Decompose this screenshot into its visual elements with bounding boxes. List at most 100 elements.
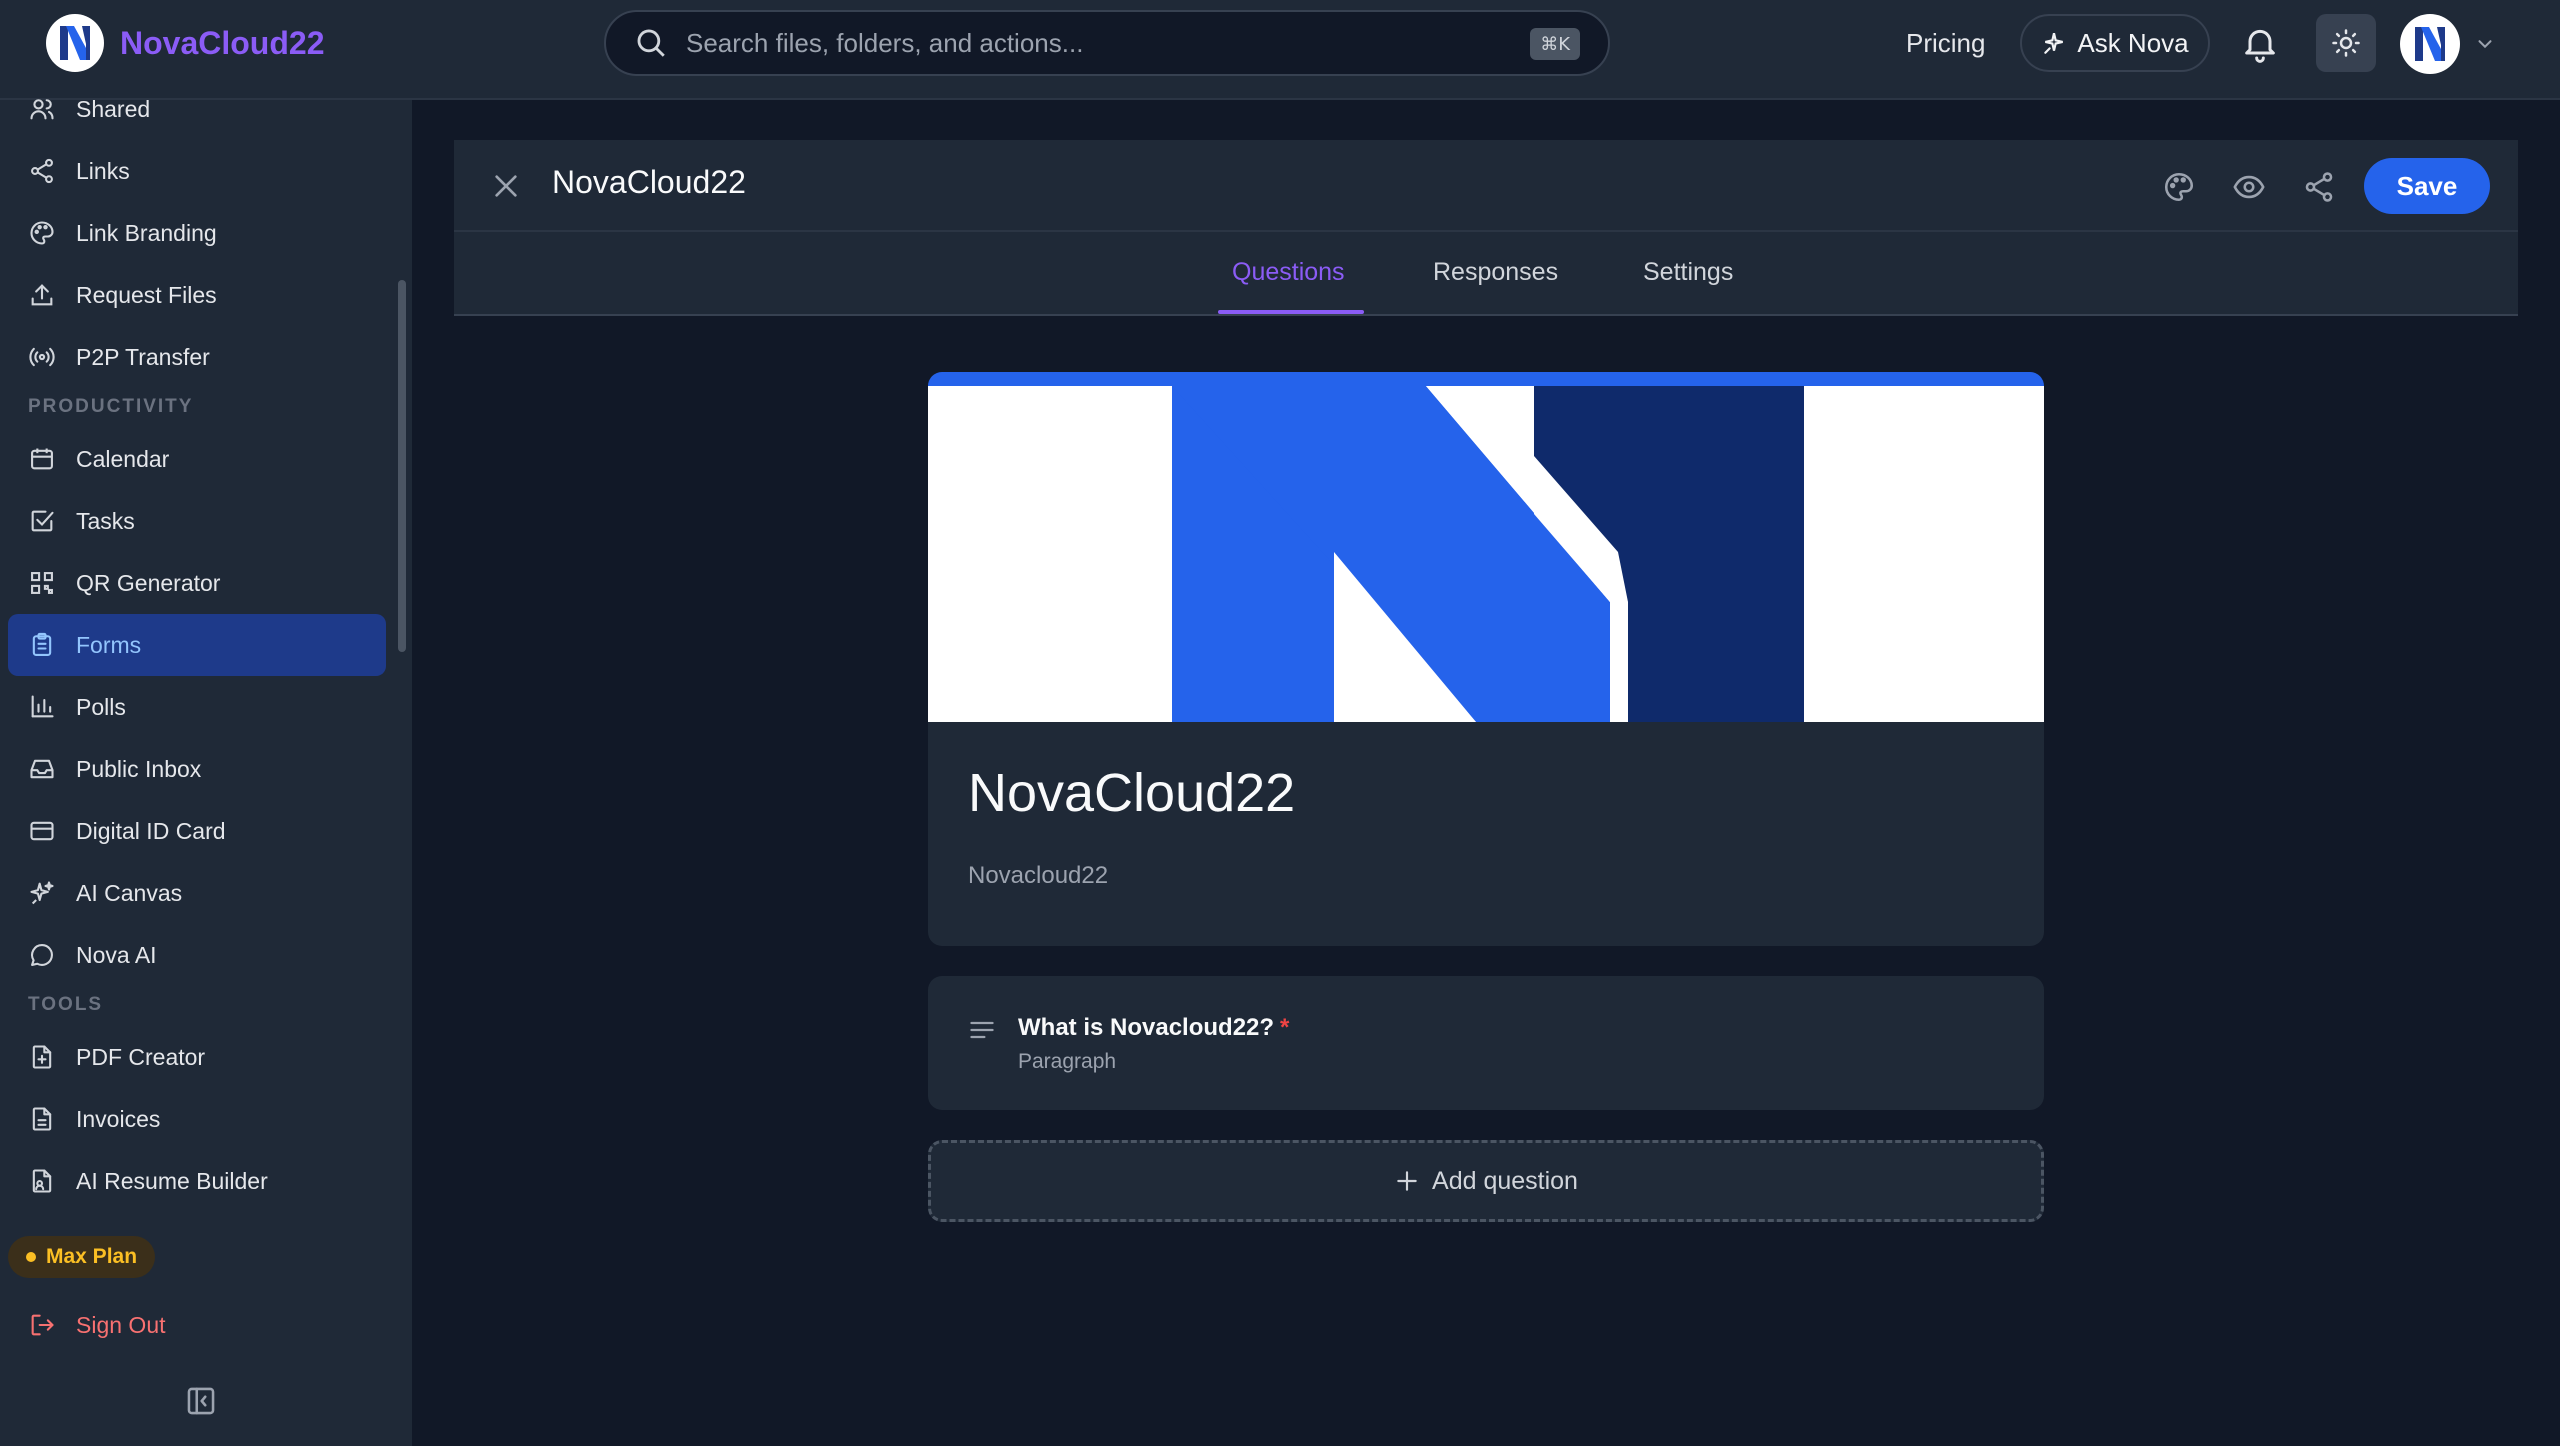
bar-chart-icon xyxy=(31,695,54,718)
upload-icon xyxy=(31,284,53,306)
form-editor-title: NovaCloud22 xyxy=(552,164,746,200)
clipboard-icon xyxy=(32,632,52,656)
section-label-tools: TOOLS xyxy=(28,994,104,1015)
plan-label: Max Plan xyxy=(46,1245,138,1268)
palette-icon[interactable] xyxy=(2162,170,2196,204)
plan-badge[interactable]: Max Plan xyxy=(8,1236,156,1278)
file-user-icon xyxy=(32,1169,52,1193)
sidebar-item-label: Public Inbox xyxy=(76,755,202,782)
sidebar-item-label: QR Generator xyxy=(76,569,221,596)
close-icon[interactable] xyxy=(490,170,522,202)
search-bar[interactable]: Search files, folders, and actions... ⌘K xyxy=(604,10,1610,76)
sun-icon xyxy=(2332,29,2360,57)
plus-icon xyxy=(1397,1171,1417,1191)
sidebar-item-polls[interactable]: Polls xyxy=(8,676,386,738)
file-text-icon xyxy=(32,1107,52,1131)
logout-icon xyxy=(31,1314,54,1336)
bell-icon[interactable] xyxy=(2240,22,2280,64)
tab-responses[interactable]: Responses xyxy=(1433,258,1558,287)
card-accent-bar xyxy=(928,372,2044,386)
sidebar-item-label: Calendar xyxy=(76,445,170,472)
checkbox-icon xyxy=(31,510,54,532)
sidebar-item-ai-resume-builder[interactable]: AI Resume Builder xyxy=(8,1150,386,1212)
file-plus-icon xyxy=(32,1045,52,1069)
sidebar-item-label: Polls xyxy=(76,693,126,720)
sidebar-item-p2p-transfer[interactable]: P2P Transfer xyxy=(8,326,386,388)
tab-settings[interactable]: Settings xyxy=(1643,258,1733,287)
required-marker: * xyxy=(1280,1014,1290,1041)
app-logo xyxy=(46,14,104,72)
save-button[interactable]: Save xyxy=(2364,158,2490,214)
inbox-icon xyxy=(30,759,54,779)
sidebar-item-invoices[interactable]: Invoices xyxy=(8,1088,386,1150)
broadcast-icon xyxy=(29,347,55,367)
question-type: Paragraph xyxy=(1018,1050,1117,1073)
eye-icon[interactable] xyxy=(2232,170,2266,204)
sidebar-item-digital-id-card[interactable]: Digital ID Card xyxy=(8,800,386,862)
question-text: What is Novacloud22? xyxy=(1018,1014,1275,1041)
sidebar-item-request-files[interactable]: Request Files xyxy=(8,264,386,326)
section-label-productivity: PRODUCTIVITY xyxy=(28,396,194,417)
sidebar-item-label: PDF Creator xyxy=(76,1043,206,1070)
form-title[interactable]: NovaCloud22 xyxy=(968,762,1295,824)
ask-nova-button[interactable]: Ask Nova xyxy=(2020,14,2210,72)
form-description[interactable]: Novacloud22 xyxy=(968,862,1108,890)
sidebar-item-pdf-creator[interactable]: PDF Creator xyxy=(8,1026,386,1088)
plan-dot xyxy=(26,1252,36,1262)
question-card[interactable]: What is Novacloud22? * Paragraph xyxy=(928,976,2044,1110)
chat-bubble-icon xyxy=(31,944,53,966)
form-header-card[interactable]: NovaCloud22 Novacloud22 xyxy=(928,372,2044,946)
sidebar-item-link-branding[interactable]: Link Branding xyxy=(8,202,386,264)
form-banner-image[interactable] xyxy=(928,386,2044,722)
sidebar-item-label: Invoices xyxy=(76,1105,161,1132)
sidebar-item-forms[interactable]: Forms xyxy=(8,614,386,676)
sign-out-label: Sign Out xyxy=(76,1311,166,1338)
sidebar-item-public-inbox[interactable]: Public Inbox xyxy=(8,738,386,800)
tab-questions[interactable]: Questions xyxy=(1232,258,1345,287)
sidebar-item-label: Links xyxy=(76,157,130,184)
chevron-down-icon xyxy=(2478,40,2492,49)
sidebar-item-nova-ai[interactable]: Nova AI xyxy=(8,924,386,986)
palette-icon xyxy=(30,221,54,245)
sparkles-icon xyxy=(30,881,54,905)
sidebar-item-shared[interactable]: Shared xyxy=(8,78,386,140)
sidebar-item-label: P2P Transfer xyxy=(76,343,210,370)
search-input[interactable]: Search files, folders, and actions... xyxy=(686,28,1083,59)
users-icon xyxy=(30,99,54,120)
sidebar-item-label: AI Canvas xyxy=(76,879,183,906)
ask-nova-label: Ask Nova xyxy=(2077,27,2189,58)
sign-out-button[interactable]: Sign Out xyxy=(8,1294,386,1356)
avatar xyxy=(2400,14,2460,74)
share-nodes-icon xyxy=(31,158,53,184)
calendar-icon xyxy=(31,448,53,470)
user-menu[interactable] xyxy=(2400,14,2496,74)
app-name: NovaCloud22 xyxy=(120,24,325,61)
sidebar: Shared Links Link Branding Request Files… xyxy=(0,96,412,1446)
sidebar-scrollbar[interactable] xyxy=(398,280,406,652)
question-title: What is Novacloud22? * xyxy=(1018,1014,1289,1042)
active-tab-indicator xyxy=(1218,310,1364,314)
sidebar-item-qr-generator[interactable]: QR Generator xyxy=(8,552,386,614)
theme-toggle-button[interactable] xyxy=(2316,14,2376,72)
paragraph-icon xyxy=(970,1021,994,1039)
pricing-link[interactable]: Pricing xyxy=(1906,28,1985,59)
qr-code-icon xyxy=(31,572,53,594)
sidebar-item-links[interactable]: Links xyxy=(8,140,386,202)
sidebar-item-label: Forms xyxy=(76,631,142,658)
add-question-button[interactable]: Add question xyxy=(928,1140,2044,1222)
sidebar-item-label: Request Files xyxy=(76,281,217,308)
sidebar-collapse-icon[interactable] xyxy=(184,1384,218,1418)
sidebar-item-label: Digital ID Card xyxy=(76,817,226,844)
sidebar-item-label: Shared xyxy=(76,95,151,122)
sidebar-item-ai-canvas[interactable]: AI Canvas xyxy=(8,862,386,924)
sidebar-item-label: Tasks xyxy=(76,507,135,534)
brand[interactable]: NovaCloud22 xyxy=(46,14,324,72)
sidebar-item-tasks[interactable]: Tasks xyxy=(8,490,386,552)
sidebar-item-label: Nova AI xyxy=(76,941,157,968)
form-editor-header: NovaCloud22 Save xyxy=(454,140,2518,232)
search-shortcut-badge: ⌘K xyxy=(1530,28,1580,60)
sidebar-item-calendar[interactable]: Calendar xyxy=(8,428,386,490)
form-tabs: Questions Responses Settings xyxy=(454,232,2518,316)
share-icon[interactable] xyxy=(2302,170,2336,204)
search-icon xyxy=(637,29,665,57)
